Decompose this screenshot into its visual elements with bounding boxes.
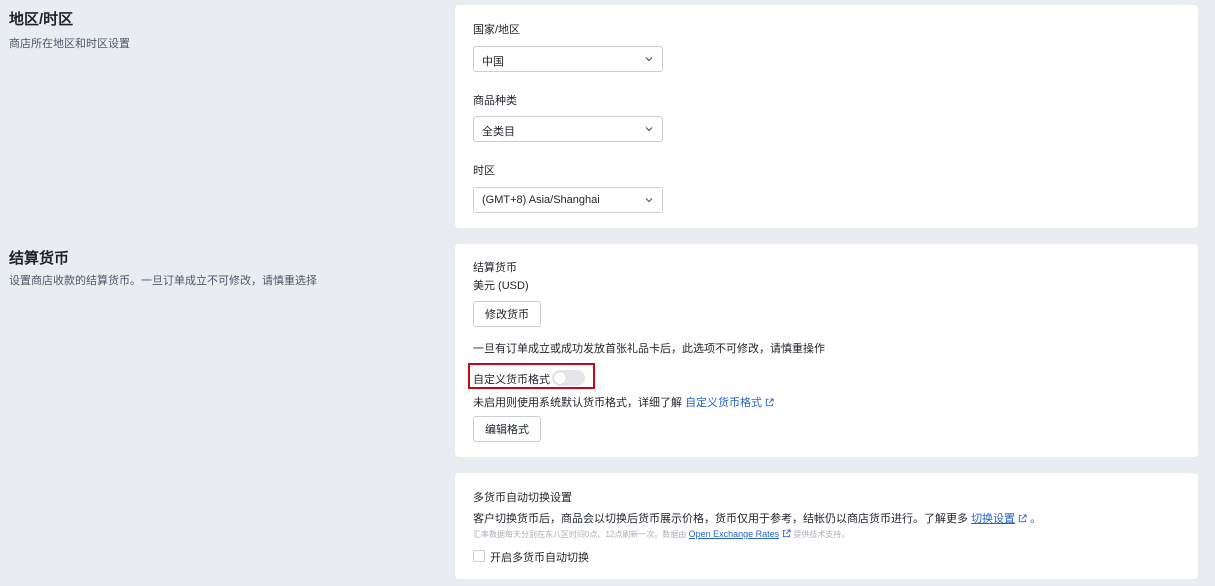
custom-format-link[interactable]: 自定义货币格式 (685, 397, 774, 409)
currency-warning: 一旦有订单成立或成功发放首张礼品卡后，此选项不可修改，请慎重操作 (473, 343, 825, 355)
category-label: 商品种类 (473, 95, 517, 107)
rate-note-suffix: 提供技术支持。 (793, 530, 850, 539)
multi-currency-card: 多货币自动切换设置 客户切换货币后，商品会以切换后货币展示价格，货币仅用于参考，… (455, 473, 1198, 579)
multi-currency-desc: 客户切换货币后，商品会以切换后货币展示价格，货币仅用于参考，结帐仍以商店货币进行… (473, 513, 968, 525)
region-card: 国家/地区 中国 商品种类 全类目 时区 (GMT+8) Asia/Shangh… (455, 5, 1198, 228)
region-section-title: 地区/时区 (9, 11, 74, 28)
timezone-select[interactable]: (GMT+8) Asia/Shanghai (473, 187, 663, 213)
open-exchange-rates-link[interactable]: Open Exchange Rates (689, 529, 780, 539)
category-value: 全类目 (482, 126, 515, 138)
desc-period: 。 (1030, 513, 1042, 525)
custom-format-hint: 未启用则使用系统默认货币格式，详细了解 (473, 397, 682, 409)
timezone-label: 时区 (473, 165, 495, 177)
region-section-desc: 商店所在地区和时区设置 (9, 38, 130, 50)
category-select[interactable]: 全类目 (473, 116, 663, 142)
custom-format-hint-line: 未启用则使用系统默认货币格式，详细了解 自定义货币格式 (473, 394, 774, 410)
currency-label: 结算货币 (473, 262, 517, 274)
country-value: 中国 (482, 56, 504, 68)
custom-format-label: 自定义货币格式 (473, 374, 550, 386)
external-link-icon (783, 529, 791, 538)
custom-format-link-text: 自定义货币格式 (685, 397, 763, 409)
change-currency-button[interactable]: 修改货币 (473, 301, 541, 327)
toggle-knob (554, 372, 566, 384)
timezone-value: (GMT+8) Asia/Shanghai (482, 194, 600, 206)
external-link-icon (765, 398, 774, 407)
multi-currency-checkbox-label: 开启多货币自动切换 (490, 552, 589, 564)
multi-currency-desc-line: 客户切换货币后，商品会以切换后货币展示价格，货币仅用于参考，结帐仍以商店货币进行… (473, 510, 1041, 526)
multi-currency-title: 多货币自动切换设置 (473, 492, 572, 504)
country-label: 国家/地区 (473, 24, 521, 36)
multi-currency-checkbox[interactable] (473, 550, 485, 562)
currency-section-title: 结算货币 (9, 250, 70, 267)
chevron-down-icon (645, 127, 653, 132)
edit-format-button[interactable]: 编辑格式 (473, 416, 541, 442)
custom-format-toggle[interactable] (552, 370, 585, 386)
currency-card: 结算货币 美元 (USD) 修改货币 一旦有订单成立或成功发放首张礼品卡后，此选… (455, 244, 1198, 457)
external-link-icon (1018, 514, 1027, 523)
rate-note-line: 汇率数据每天分别在东八区时间0点、12点刷新一次。数据由 Open Exchan… (473, 529, 849, 540)
currency-section-desc: 设置商店收款的结算货币。一旦订单成立不可修改，请慎重选择 (9, 275, 317, 287)
rate-note-prefix: 汇率数据每天分别在东八区时间0点、12点刷新一次。数据由 (473, 530, 687, 539)
country-select[interactable]: 中国 (473, 46, 663, 72)
chevron-down-icon (645, 57, 653, 62)
switch-settings-link[interactable]: 切换设置 (971, 513, 1015, 525)
chevron-down-icon (645, 198, 653, 203)
currency-value: 美元 (USD) (473, 280, 529, 292)
